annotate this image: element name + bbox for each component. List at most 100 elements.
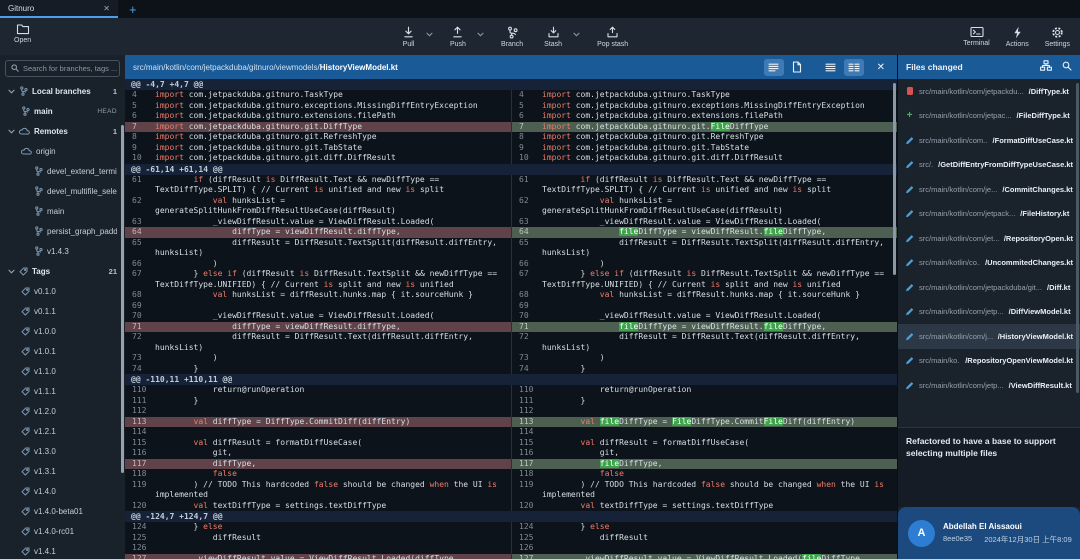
file-row[interactable]: src/... /GetDiffEntryFromDiffTypeUseCase… (898, 153, 1080, 178)
push-dropdown-icon[interactable] (477, 24, 484, 42)
line-number: 61 (125, 175, 155, 196)
sidebar-scrollbar[interactable] (121, 125, 124, 473)
pull-button[interactable]: Pull (398, 24, 419, 50)
open-repository-button[interactable]: Open (10, 21, 35, 46)
file-modified-icon (905, 258, 914, 267)
diff-line: 70 _viewDiffResult.value = ViewDiffResul… (511, 311, 897, 322)
sidebar-item-v1-0-1[interactable]: v1.0.1 (0, 341, 125, 361)
sidebar-item-main[interactable]: mainHEAD (0, 101, 125, 121)
hunks-view-button[interactable] (764, 59, 784, 76)
file-row[interactable]: src/main/kotlin/com/jet... /RepositoryOp… (898, 226, 1080, 251)
chevron-down-icon[interactable] (8, 129, 15, 134)
line-number: 117 (125, 459, 155, 470)
diff-line: 113 val fileDiffType = FileDiffType.Comm… (511, 417, 897, 428)
full-file-view-button[interactable] (787, 59, 807, 76)
pop-stash-label: Pop stash (597, 41, 628, 48)
sidebar-item-v1-4-1[interactable]: v1.4.1 (0, 541, 125, 559)
file-row-selected[interactable]: src/main/kotlin/com/j.../HistoryViewMode… (898, 324, 1080, 349)
file-modified-icon (905, 356, 914, 365)
line-number: 73 (125, 353, 155, 364)
branch-search-input[interactable]: Search for branches, tags ... (5, 60, 120, 77)
sidebar-item-v1-4-0-beta01[interactable]: v1.4.0-beta01 (0, 501, 125, 521)
diff-line: 116 git, (125, 448, 511, 459)
line-number: 119 (512, 480, 542, 501)
commit-author-card[interactable]: A Abdellah El Aissaoui 8ee0e35 2024年12月3… (898, 507, 1080, 559)
sidebar-item-v1-4-0-rc01[interactable]: v1.4.0-rc01 (0, 521, 125, 541)
sidebar-item-main[interactable]: main (0, 201, 125, 221)
file-row[interactable]: src/main/kotlin/co.../UncommitedChanges.… (898, 251, 1080, 276)
file-row[interactable]: src/main/kotlin/com/jetpack... /FileHist… (898, 202, 1080, 227)
diff-body: @@ -4,7 +4,7 @@4import com.jetpackduba.g… (125, 79, 897, 559)
chevron-down-icon[interactable] (8, 89, 15, 94)
push-label: Push (450, 41, 466, 48)
line-number: 127 (512, 554, 542, 559)
branch-button[interactable]: Branch (497, 24, 527, 50)
pop-stash-button[interactable]: Pop stash (593, 24, 632, 50)
gear-icon (1051, 26, 1064, 39)
line-number: 63 (512, 217, 542, 228)
new-tab-button[interactable]: + (118, 0, 148, 18)
sidebar-item-persist-graph-paddin[interactable]: persist_graph_paddin (0, 221, 125, 241)
sidebar-item-v0-1-0[interactable]: v0.1.0 (0, 281, 125, 301)
files-search-icon[interactable] (1062, 58, 1072, 76)
tag-icon (21, 527, 30, 536)
sidebar-item-v1-0-0[interactable]: v1.0.0 (0, 321, 125, 341)
line-number: 70 (125, 311, 155, 322)
sidebar-item-v0-1-1[interactable]: v0.1.1 (0, 301, 125, 321)
line-number: 64 (125, 227, 155, 238)
tab-close-icon[interactable]: ✕ (103, 4, 110, 13)
sidebar-item-v1-2-0[interactable]: v1.2.0 (0, 401, 125, 421)
sidebar-item-v1-3-0[interactable]: v1.3.0 (0, 441, 125, 461)
pull-dropdown-icon[interactable] (426, 24, 433, 42)
file-row[interactable]: src/main/kotlin/com/jetp... /ViewDiffRes… (898, 373, 1080, 398)
sidebar-item-v1-3-1[interactable]: v1.3.1 (0, 461, 125, 481)
settings-button[interactable]: Settings (1041, 24, 1074, 50)
sidebar-item-v1-4-3[interactable]: v1.4.3 (0, 241, 125, 261)
branches-tree: Local branches1mainHEADRemotes1origindev… (0, 81, 125, 559)
tree-view-toggle-icon[interactable] (1040, 58, 1052, 76)
file-row[interactable]: +src/main/kotlin/com/jetpac... /FileDiff… (898, 104, 1080, 129)
file-row[interactable]: src/main/kotlin/com/jetpackdu... /DiffTy… (898, 79, 1080, 104)
changed-files-list: src/main/kotlin/com/jetpackdu... /DiffTy… (898, 79, 1080, 427)
branch-icon (34, 186, 43, 196)
sidebar-item-v1-2-1[interactable]: v1.2.1 (0, 421, 125, 441)
close-diff-button[interactable]: ✕ (873, 62, 889, 73)
file-row[interactable]: src/main/kotlin/com/jetpackduba/git.../D… (898, 275, 1080, 300)
chevron-down-icon[interactable] (8, 269, 15, 274)
terminal-button[interactable]: Terminal (959, 24, 993, 49)
diff-scrollbar[interactable] (893, 83, 896, 275)
sidebar-item-devel-multifile-select[interactable]: devel_multifile_select (0, 181, 125, 201)
sidebar-item-local-branches[interactable]: Local branches1 (0, 81, 125, 101)
sidebar-item-devel-extend-termina[interactable]: devel_extend_termina (0, 161, 125, 181)
file-row[interactable]: src/main/ko... /RepositoryOpenViewModel.… (898, 349, 1080, 374)
file-row[interactable]: src/main/kotlin/com/jetp... /DiffViewMod… (898, 300, 1080, 325)
line-number: 9 (125, 143, 155, 154)
line-number: 72 (125, 332, 155, 353)
file-row[interactable]: src/main/kotlin/com/je... /CommitChanges… (898, 177, 1080, 202)
sidebar-item-v1-1-0[interactable]: v1.1.0 (0, 361, 125, 381)
diff-line: 111 } (125, 396, 511, 407)
unified-view-button[interactable] (821, 59, 841, 76)
diff-line: 127 _viewDiffResult.value = ViewDiffResu… (125, 554, 511, 559)
sidebar-item-tags[interactable]: Tags21 (0, 261, 125, 281)
split-view-button[interactable] (844, 59, 864, 76)
actions-button[interactable]: Actions (1002, 24, 1033, 50)
file-row[interactable]: src/main/kotlin/com.../FormatDiffUseCase… (898, 128, 1080, 153)
stash-icon (547, 26, 560, 39)
sidebar-item-v1-1-1[interactable]: v1.1.1 (0, 381, 125, 401)
line-number: 10 (512, 153, 542, 164)
sidebar-item-origin[interactable]: origin (0, 141, 125, 161)
line-number: 9 (512, 143, 542, 154)
files-list-scrollbar[interactable] (1076, 83, 1079, 393)
branch-icon (19, 86, 28, 96)
sidebar-item-v1-4-0[interactable]: v1.4.0 (0, 481, 125, 501)
line-number: 10 (125, 153, 155, 164)
item-count: 21 (109, 267, 117, 276)
push-button[interactable]: Push (446, 24, 470, 50)
stash-button[interactable]: Stash (540, 24, 566, 50)
file-modified-icon (905, 160, 914, 169)
tab-gitnuro[interactable]: Gitnuro ✕ (0, 0, 118, 18)
stash-dropdown-icon[interactable] (573, 24, 580, 42)
sidebar-item-remotes[interactable]: Remotes1 (0, 121, 125, 141)
diff-line: 7import com.jetpackduba.gitnuro.git.File… (511, 122, 897, 133)
